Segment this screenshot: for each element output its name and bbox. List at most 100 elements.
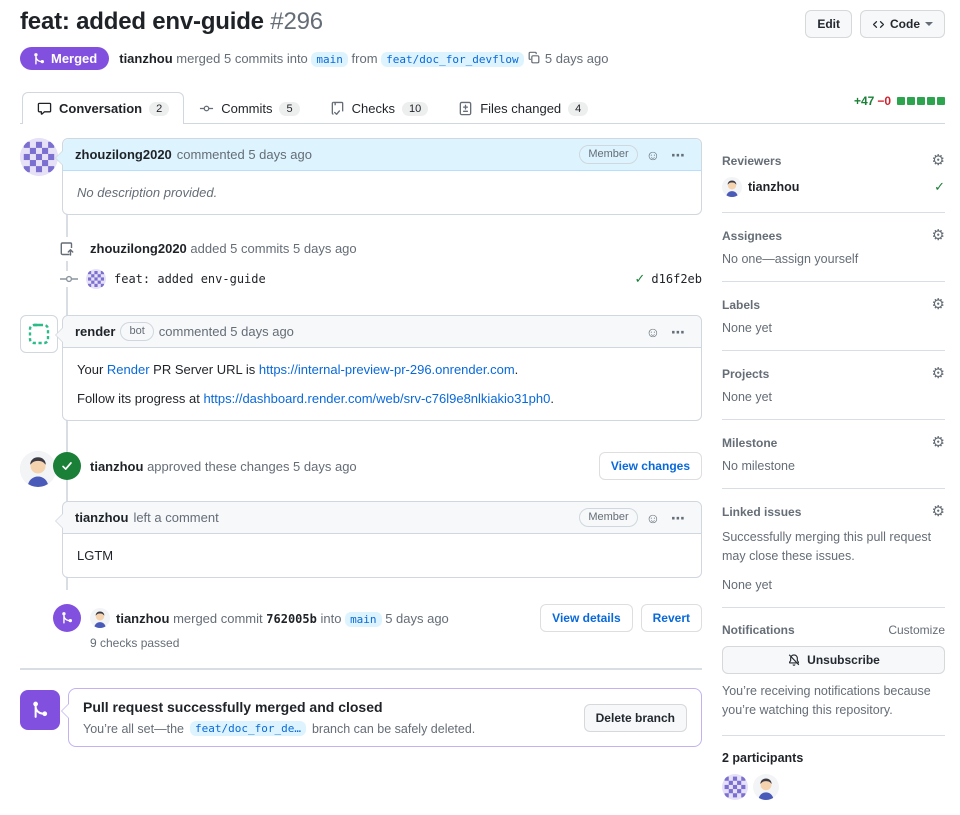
pr-title: feat: added env-guide — [20, 8, 264, 35]
comment-header: render bot commented 5 days ago ☺ ⋯ — [63, 316, 701, 348]
merge-author[interactable]: tianzhou — [119, 51, 172, 66]
comment-header: tianzhou left a comment Member ☺ ⋯ — [63, 502, 701, 534]
linked-issues-section: Linked issues ⚙ Successfully merging this… — [722, 489, 945, 608]
base-branch-label[interactable]: main — [311, 52, 348, 67]
participants-title: 2 participants — [722, 751, 804, 766]
code-button[interactable]: Code — [860, 10, 945, 38]
comment-author[interactable]: tianzhou — [75, 510, 128, 525]
tab-count: 4 — [568, 101, 589, 116]
linked-issues-empty: None yet — [722, 577, 773, 592]
section-title: Projects — [722, 366, 770, 381]
kebab-menu-icon[interactable]: ⋯ — [668, 511, 689, 525]
head-branch-label[interactable]: feat/doc_for_devflow — [381, 52, 524, 67]
edit-button[interactable]: Edit — [805, 10, 852, 38]
milestone-empty: No milestone — [722, 459, 795, 473]
render-bot-avatar[interactable] — [20, 315, 58, 353]
revert-button[interactable]: Revert — [640, 604, 702, 632]
commit-message[interactable]: feat: added env-guide — [114, 272, 266, 286]
pr-page: feat: added env-guide #296 Edit Code Mer… — [0, 0, 960, 815]
commit-sha[interactable]: d16f2eb — [651, 272, 702, 286]
tab-files-changed[interactable]: Files changed 4 — [443, 92, 603, 124]
git-merge-icon — [20, 690, 60, 730]
participant-avatar[interactable] — [722, 774, 748, 801]
merged-event: tianzhou merged commit 762005b into main… — [20, 604, 702, 632]
notifications-desc: You’re receiving notifications because y… — [722, 683, 931, 717]
tab-conversation[interactable]: Conversation 2 — [22, 92, 185, 124]
avatar[interactable] — [90, 608, 110, 628]
section-title: Labels — [722, 297, 761, 312]
gear-icon[interactable]: ⚙ — [932, 504, 945, 519]
review-comment: tianzhou left a comment Member ☺ ⋯ LGTM — [20, 501, 702, 578]
approved-check-icon: ✓ — [934, 179, 945, 194]
event-author[interactable]: zhouzilong2020 — [90, 241, 187, 256]
view-changes-button[interactable]: View changes — [598, 452, 702, 480]
bot-paragraph-1: Your Render PR Server URL is https://int… — [77, 362, 519, 377]
participants-section: 2 participants — [722, 736, 945, 815]
emoji-icon[interactable]: ☺ — [643, 148, 663, 162]
avatar[interactable] — [20, 138, 58, 176]
section-title: Notifications — [722, 622, 795, 637]
comment-author[interactable]: render — [75, 324, 115, 339]
render-link[interactable]: Render — [107, 362, 150, 377]
gear-icon[interactable]: ⚙ — [932, 153, 945, 168]
participant-avatar[interactable] — [753, 774, 779, 801]
pr-header: feat: added env-guide #296 Edit Code — [20, 8, 945, 38]
tab-count: 5 — [279, 101, 300, 116]
repo-push-icon — [55, 236, 79, 261]
timeline-divider — [20, 668, 702, 670]
event-author[interactable]: tianzhou — [90, 459, 143, 474]
delete-branch-button[interactable]: Delete branch — [583, 703, 687, 732]
labels-section: Labels ⚙ None yet — [722, 282, 945, 351]
preview-url-link[interactable]: https://internal-preview-pr-296.onrender… — [259, 362, 515, 377]
check-icon[interactable]: ✓ — [635, 271, 646, 287]
comment-body: LGTM — [77, 548, 114, 563]
avatar[interactable] — [86, 269, 106, 289]
commits-added-event: zhouzilong2020 added 5 commits 5 days ag… — [20, 236, 702, 261]
gear-icon[interactable]: ⚙ — [932, 228, 945, 243]
tab-commits[interactable]: Commits 5 — [184, 92, 314, 124]
event-author[interactable]: tianzhou — [116, 611, 169, 626]
bot-badge: bot — [120, 322, 154, 341]
page-title: feat: added env-guide #296 — [20, 8, 323, 36]
commit-icon — [60, 271, 78, 287]
customize-link[interactable]: Customize — [888, 623, 945, 637]
kebab-menu-icon[interactable]: ⋯ — [668, 325, 689, 339]
comment-icon — [37, 101, 52, 116]
merged-sha[interactable]: 762005b — [266, 612, 317, 626]
comment-author[interactable]: zhouzilong2020 — [75, 147, 172, 162]
pr-number: #296 — [270, 8, 323, 35]
reviewers-section: Reviewers ⚙ tianzhou ✓ — [722, 138, 945, 213]
unsubscribe-button[interactable]: Unsubscribe — [722, 645, 945, 674]
merged-closed-section: Pull request successfully merged and clo… — [20, 688, 702, 747]
commit-row: feat: added env-guide ✓ d16f2eb — [20, 269, 702, 289]
member-badge: Member — [579, 508, 638, 527]
projects-empty: None yet — [722, 390, 773, 404]
base-branch-label[interactable]: main — [345, 611, 382, 627]
code-icon — [872, 18, 885, 31]
view-details-button[interactable]: View details — [540, 604, 633, 632]
tab-checks[interactable]: Checks 10 — [315, 92, 444, 124]
kebab-menu-icon[interactable]: ⋯ — [668, 148, 689, 162]
additions: +47 — [853, 94, 875, 108]
pr-sidebar: Reviewers ⚙ tianzhou ✓ Assignees ⚙ No one—… — [722, 138, 945, 815]
git-merge-icon — [53, 604, 81, 632]
gear-icon[interactable]: ⚙ — [932, 435, 945, 450]
deleted-branch-label[interactable]: feat/doc_for_de… — [190, 721, 306, 736]
emoji-icon[interactable]: ☺ — [643, 325, 663, 339]
commit-icon — [199, 101, 214, 116]
gear-icon[interactable]: ⚙ — [932, 366, 945, 381]
dashboard-url-link[interactable]: https://dashboard.render.com/web/srv-c76… — [203, 391, 550, 406]
checks-passed-link[interactable]: 9 checks passed — [20, 636, 702, 650]
copy-icon[interactable] — [527, 51, 541, 65]
diff-stat[interactable]: +47 −0 — [854, 94, 945, 108]
assignees-empty[interactable]: No one—assign yourself — [722, 252, 945, 266]
file-diff-icon — [458, 101, 473, 116]
bell-slash-icon — [787, 653, 801, 667]
gear-icon[interactable]: ⚙ — [932, 297, 945, 312]
comment-body: No description provided. — [77, 185, 218, 200]
section-title: Reviewers — [722, 153, 782, 168]
section-title: Milestone — [722, 435, 778, 450]
emoji-icon[interactable]: ☺ — [643, 511, 663, 525]
reviewer-row[interactable]: tianzhou ✓ — [722, 177, 945, 197]
section-title: Linked issues — [722, 504, 802, 519]
